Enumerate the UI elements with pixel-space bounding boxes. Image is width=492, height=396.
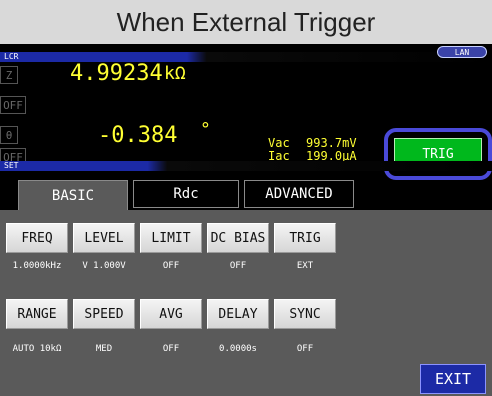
tab-advanced[interactable]: ADVANCED — [244, 180, 354, 208]
param1-value: 4.99234 — [70, 61, 163, 86]
param2-unit: ° — [200, 119, 211, 140]
sync-button[interactable]: SYNC — [274, 299, 336, 329]
caption-title: When External Trigger — [0, 0, 492, 44]
sync-value: OFF — [296, 344, 314, 354]
limit-button[interactable]: LIMIT — [140, 223, 202, 253]
param2-label[interactable]: θ — [0, 126, 18, 144]
dc-bias-value: OFF — [229, 261, 247, 271]
dc-bias-button[interactable]: DC BIAS — [207, 223, 269, 253]
exit-button[interactable]: EXIT — [420, 364, 486, 394]
speed-button[interactable]: SPEED — [73, 299, 135, 329]
speed-value: MED — [95, 344, 113, 354]
lan-indicator: LAN — [437, 46, 487, 58]
tab-basic[interactable]: BASIC — [18, 180, 128, 210]
param1-off[interactable]: OFF — [0, 96, 26, 114]
set-header-bar — [0, 161, 492, 171]
level-value: V 1.000V — [82, 261, 126, 271]
trig-button-highlight: TRIG — [384, 128, 492, 180]
avg-button[interactable]: AVG — [140, 299, 202, 329]
basic-settings-panel: FREQ LEVEL LIMIT DC BIAS TRIG 1.0000kHz … — [0, 210, 492, 396]
avg-value: OFF — [162, 344, 180, 354]
trig-value: EXT — [296, 261, 314, 271]
level-button[interactable]: LEVEL — [73, 223, 135, 253]
range-button[interactable]: RANGE — [6, 299, 68, 329]
tab-rdc[interactable]: Rdc — [133, 180, 239, 208]
freq-button[interactable]: FREQ — [6, 223, 68, 253]
delay-button[interactable]: DELAY — [207, 299, 269, 329]
range-value: AUTO 10kΩ — [12, 344, 62, 354]
set-label: SET — [4, 161, 19, 170]
freq-value: 1.0000kHz — [12, 261, 62, 271]
param2-value: -0.384 — [98, 123, 178, 148]
lcr-label: LCR — [4, 52, 19, 61]
instrument-screen: LCR LAN Z 4.99234 kΩ OFF θ -0.384 ° OFF … — [0, 44, 492, 396]
limit-value: OFF — [162, 261, 180, 271]
delay-value: 0.0000s — [219, 344, 257, 354]
param1-label[interactable]: Z — [0, 66, 18, 84]
param1-unit: kΩ — [164, 63, 186, 84]
trig-setting-button[interactable]: TRIG — [274, 223, 336, 253]
